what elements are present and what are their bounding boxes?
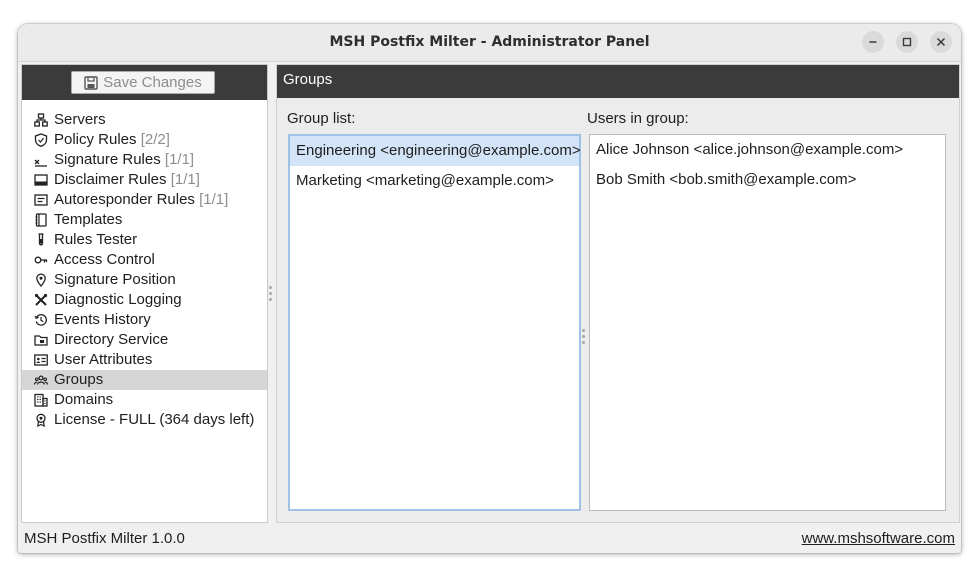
sidebar-item-autoresponder-rules[interactable]: Autoresponder Rules [1/1] <box>22 190 267 210</box>
list-item[interactable]: Marketing <marketing@example.com> <box>290 166 579 196</box>
sidebar-item-label: Access Control <box>54 251 155 268</box>
sidebar-item-label: Signature Rules <box>54 151 161 168</box>
servers-icon <box>34 113 48 127</box>
maximize-button[interactable] <box>896 31 918 53</box>
sidebar-splitter-handle[interactable] <box>269 286 272 301</box>
sidebar-item-signature-position[interactable]: Signature Position <box>22 270 267 290</box>
list-item[interactable]: Bob Smith <bob.smith@example.com> <box>590 165 945 195</box>
list-item[interactable]: Alice Johnson <alice.johnson@example.com… <box>590 135 945 165</box>
sidebar-item-label: User Attributes <box>54 351 153 368</box>
panel-title: Groups <box>277 65 959 98</box>
save-icon <box>84 75 98 90</box>
close-icon <box>936 37 946 47</box>
sidebar-item-label: Rules Tester <box>54 231 138 248</box>
sidebar-item-label: License - FULL (364 days left) <box>54 411 255 428</box>
sidebar-item-groups[interactable]: Groups <box>22 370 267 390</box>
id-card-icon <box>34 353 48 367</box>
sidebar-item-templates[interactable]: Templates <box>22 210 267 230</box>
location-pin-icon <box>34 273 48 287</box>
disclaimer-icon <box>34 173 48 187</box>
status-bar: MSH Postfix Milter 1.0.0 www.mshsoftware… <box>18 527 961 553</box>
sidebar-item-label: Disclaimer Rules <box>54 171 167 188</box>
rule-count: [1/1] <box>164 151 195 168</box>
minimize-button[interactable] <box>862 31 884 53</box>
license-badge-icon <box>34 413 48 427</box>
sidebar-item-label: Domains <box>54 391 114 408</box>
building-icon <box>34 393 48 407</box>
title-bar[interactable]: MSH Postfix Milter - Administrator Panel <box>18 24 961 62</box>
group-list-label: Group list: <box>287 110 356 127</box>
test-tube-icon <box>34 233 48 247</box>
shield-icon <box>34 133 48 147</box>
sidebar-item-label: Directory Service <box>54 331 169 348</box>
website-link[interactable]: www.mshsoftware.com <box>802 527 955 551</box>
sidebar-item-servers[interactable]: Servers <box>22 110 267 130</box>
sidebar-item-user-attributes[interactable]: User Attributes <box>22 350 267 370</box>
sidebar-item-domains[interactable]: Domains <box>22 390 267 410</box>
list-splitter-handle[interactable] <box>582 329 585 344</box>
minimize-icon <box>869 41 877 43</box>
rule-count: [2/2] <box>140 131 170 148</box>
version-label: MSH Postfix Milter 1.0.0 <box>24 530 185 547</box>
sidebar-item-diagnostic-logging[interactable]: Diagnostic Logging <box>22 290 267 310</box>
app-window: MSH Postfix Milter - Administrator Panel… <box>18 24 961 553</box>
key-icon <box>34 253 48 267</box>
maximize-icon <box>902 37 912 47</box>
sidebar-item-license[interactable]: License - FULL (364 days left) <box>22 410 267 430</box>
sidebar-item-label: Diagnostic Logging <box>54 291 182 308</box>
history-icon <box>34 313 48 327</box>
sidebar-item-label: Policy Rules <box>54 131 137 148</box>
groups-panel: Groups Group list: Users in group: Engin… <box>276 64 960 523</box>
rule-count: [1/1] <box>199 191 229 208</box>
save-changes-button[interactable]: Save Changes <box>71 71 215 94</box>
sidebar-nav: Servers Policy Rules [2/2] Signature Rul… <box>22 110 267 430</box>
sidebar-item-label: Signature Position <box>54 271 176 288</box>
sidebar-item-directory-service[interactable]: Directory Service <box>22 330 267 350</box>
window-title: MSH Postfix Milter - Administrator Panel <box>329 34 650 50</box>
folder-icon <box>34 333 48 347</box>
autoresponder-icon <box>34 193 48 207</box>
sidebar-item-label: Templates <box>54 211 123 228</box>
sidebar-item-signature-rules[interactable]: Signature Rules [1/1] <box>22 150 267 170</box>
sidebar-item-events-history[interactable]: Events History <box>22 310 267 330</box>
sidebar-header: Save Changes <box>22 65 267 100</box>
sidebar-item-rules-tester[interactable]: Rules Tester <box>22 230 267 250</box>
templates-icon <box>34 213 48 227</box>
signature-icon <box>34 153 48 167</box>
save-changes-label: Save Changes <box>103 74 202 91</box>
sidebar-panel: Save Changes Servers Policy Rules [2/2] <box>21 64 268 523</box>
sidebar-item-disclaimer-rules[interactable]: Disclaimer Rules [1/1] <box>22 170 267 190</box>
sidebar-item-label: Servers <box>54 111 106 128</box>
sidebar-item-label: Groups <box>54 371 104 388</box>
sidebar-item-access-control[interactable]: Access Control <box>22 250 267 270</box>
users-in-group-label: Users in group: <box>587 110 689 127</box>
users-in-group-list[interactable]: Alice Johnson <alice.johnson@example.com… <box>589 134 946 511</box>
tools-icon <box>34 293 48 307</box>
sidebar-item-policy-rules[interactable]: Policy Rules [2/2] <box>22 130 267 150</box>
group-icon <box>34 373 48 387</box>
close-button[interactable] <box>930 31 952 53</box>
group-list[interactable]: Engineering <engineering@example.com> Ma… <box>288 134 581 511</box>
list-item[interactable]: Engineering <engineering@example.com> <box>290 136 581 166</box>
sidebar-item-label: Events History <box>54 311 151 328</box>
rule-count: [1/1] <box>170 171 200 188</box>
sidebar-item-label: Autoresponder Rules <box>54 191 195 208</box>
